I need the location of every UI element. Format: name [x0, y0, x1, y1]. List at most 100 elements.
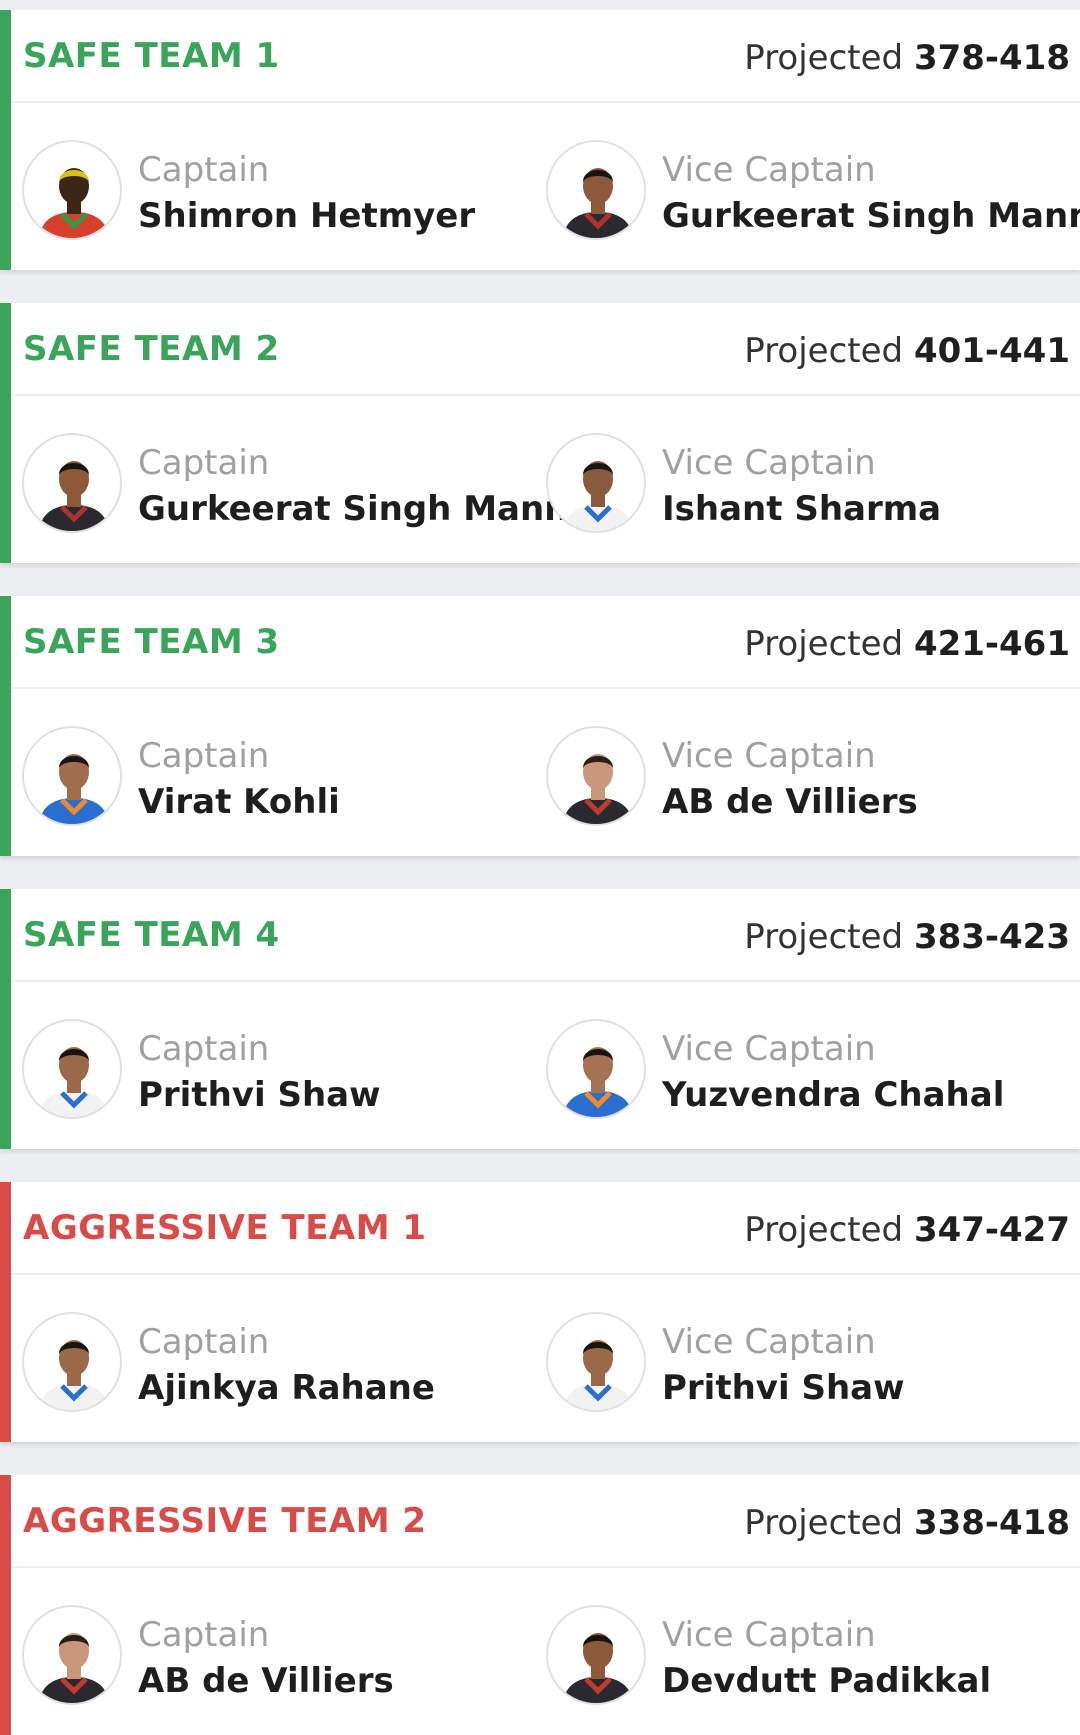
team-card[interactable]: SAFE TEAM 1 Projected 378-418 Captain Shimr… — [0, 10, 1080, 270]
team-card-header: SAFE TEAM 3 Projected 421-461 — [11, 596, 1080, 689]
team-name: AGGRESSIVE TEAM 2 — [23, 1501, 427, 1541]
captain-name: Shimron Hetmyer — [138, 196, 476, 236]
team-card[interactable]: SAFE TEAM 2 Projected 401-441 Captain Gurke… — [0, 303, 1080, 563]
player-photo-icon — [562, 1340, 634, 1410]
captain-label: Captain — [138, 736, 270, 776]
vice-captain-avatar — [546, 140, 646, 240]
vice-captain-avatar — [546, 433, 646, 533]
team-name: SAFE TEAM 1 — [23, 36, 280, 76]
captain-avatar — [22, 726, 122, 826]
captain-entry[interactable]: Captain Prithvi Shaw — [22, 1019, 542, 1129]
captain-avatar — [22, 433, 122, 533]
vice-captain-label: Vice Captain — [662, 1615, 876, 1655]
team-card[interactable]: SAFE TEAM 3 Projected 421-461 Captain Virat… — [0, 596, 1080, 856]
vice-captain-name: Gurkeerat Singh Mann — [662, 196, 1080, 236]
team-card[interactable]: AGGRESSIVE TEAM 1 Projected 347-427 Captai… — [0, 1182, 1080, 1442]
projected-score: Projected 383-423 — [744, 917, 1070, 957]
captain-name: Gurkeerat Singh Mann — [138, 489, 569, 529]
captain-label: Captain — [138, 443, 270, 483]
team-type-indicator — [0, 889, 11, 1149]
vice-captain-name: Yuzvendra Chahal — [662, 1075, 1005, 1115]
vice-captain-label: Vice Captain — [662, 1322, 876, 1362]
captain-label: Captain — [138, 1322, 270, 1362]
vice-captain-name: Prithvi Shaw — [662, 1368, 905, 1408]
vice-captain-avatar — [546, 726, 646, 826]
captain-entry[interactable]: Captain Ajinkya Rahane — [22, 1312, 542, 1422]
captain-avatar — [22, 1605, 122, 1705]
team-card-header: SAFE TEAM 2 Projected 401-441 — [11, 303, 1080, 396]
captain-label: Captain — [138, 1029, 270, 1069]
player-photo-icon — [38, 461, 110, 531]
captain-entry[interactable]: Captain Virat Kohli — [22, 726, 542, 836]
captain-label: Captain — [138, 1615, 270, 1655]
player-photo-icon — [562, 461, 634, 531]
vice-captain-entry[interactable]: Vice Captain AB de Villiers — [546, 726, 1066, 836]
player-photo-icon — [38, 1340, 110, 1410]
projected-range: 378-418 — [913, 38, 1070, 78]
team-name: AGGRESSIVE TEAM 1 — [23, 1208, 427, 1248]
team-card-header: SAFE TEAM 4 Projected 383-423 — [11, 889, 1080, 982]
vice-captain-label: Vice Captain — [662, 443, 876, 483]
captain-name: Prithvi Shaw — [138, 1075, 381, 1115]
vice-captain-entry[interactable]: Vice Captain Ishant Sharma — [546, 433, 1066, 543]
vice-captain-name: AB de Villiers — [662, 782, 918, 822]
projected-label: Projected — [744, 38, 904, 78]
projected-label: Projected — [744, 1210, 904, 1250]
player-photo-icon — [38, 754, 110, 824]
vice-captain-avatar — [546, 1312, 646, 1412]
player-photo-icon — [38, 1633, 110, 1703]
projected-label: Projected — [744, 917, 904, 957]
player-photo-icon — [38, 168, 110, 238]
projected-score: Projected 378-418 — [744, 38, 1070, 78]
projected-label: Projected — [744, 1503, 904, 1543]
projected-label: Projected — [744, 331, 904, 371]
vice-captain-name: Devdutt Padikkal — [662, 1661, 992, 1701]
team-card-header: AGGRESSIVE TEAM 1 Projected 347-427 — [11, 1182, 1080, 1275]
team-card-header: AGGRESSIVE TEAM 2 Projected 338-418 — [11, 1475, 1080, 1568]
projected-range: 401-441 — [913, 331, 1070, 371]
team-name: SAFE TEAM 2 — [23, 329, 280, 369]
captain-avatar — [22, 1019, 122, 1119]
team-card-header: SAFE TEAM 1 Projected 378-418 — [11, 10, 1080, 103]
vice-captain-name: Ishant Sharma — [662, 489, 942, 529]
projected-score: Projected 421-461 — [744, 624, 1070, 664]
projected-range: 338-418 — [913, 1503, 1070, 1543]
vice-captain-avatar — [546, 1605, 646, 1705]
projected-range: 383-423 — [913, 917, 1070, 957]
team-type-indicator — [0, 10, 11, 270]
captain-entry[interactable]: Captain AB de Villiers — [22, 1605, 542, 1715]
projected-range: 421-461 — [913, 624, 1070, 664]
projected-score: Projected 347-427 — [744, 1210, 1070, 1250]
projected-score: Projected 401-441 — [744, 331, 1070, 371]
captain-avatar — [22, 1312, 122, 1412]
team-name: SAFE TEAM 4 — [23, 915, 280, 955]
team-type-indicator — [0, 1475, 11, 1735]
player-photo-icon — [562, 754, 634, 824]
vice-captain-entry[interactable]: Vice Captain Devdutt Padikkal — [546, 1605, 1066, 1715]
captain-avatar — [22, 140, 122, 240]
player-photo-icon — [562, 1047, 634, 1117]
team-card-list: SAFE TEAM 1 Projected 378-418 Captain Shimr… — [0, 0, 1080, 1735]
vice-captain-entry[interactable]: Vice Captain Yuzvendra Chahal — [546, 1019, 1066, 1129]
captain-name: Ajinkya Rahane — [138, 1368, 435, 1408]
captain-name: Virat Kohli — [138, 782, 340, 822]
projected-label: Projected — [744, 624, 904, 664]
team-name: SAFE TEAM 3 — [23, 622, 280, 662]
vice-captain-label: Vice Captain — [662, 1029, 876, 1069]
team-type-indicator — [0, 1182, 11, 1442]
player-photo-icon — [562, 1633, 634, 1703]
projected-range: 347-427 — [913, 1210, 1070, 1250]
captain-entry[interactable]: Captain Shimron Hetmyer — [22, 140, 542, 250]
captain-entry[interactable]: Captain Gurkeerat Singh Mann — [22, 433, 568, 543]
vice-captain-entry[interactable]: Vice Captain Gurkeerat Singh Mann — [546, 140, 1080, 250]
projected-score: Projected 338-418 — [744, 1503, 1070, 1543]
team-card[interactable]: AGGRESSIVE TEAM 2 Projected 338-418 Captai… — [0, 1475, 1080, 1735]
team-card[interactable]: SAFE TEAM 4 Projected 383-423 Captain Prith… — [0, 889, 1080, 1149]
vice-captain-entry[interactable]: Vice Captain Prithvi Shaw — [546, 1312, 1066, 1422]
team-type-indicator — [0, 303, 11, 563]
vice-captain-label: Vice Captain — [662, 736, 876, 776]
vice-captain-label: Vice Captain — [662, 150, 876, 190]
player-photo-icon — [562, 168, 634, 238]
captain-label: Captain — [138, 150, 270, 190]
vice-captain-avatar — [546, 1019, 646, 1119]
